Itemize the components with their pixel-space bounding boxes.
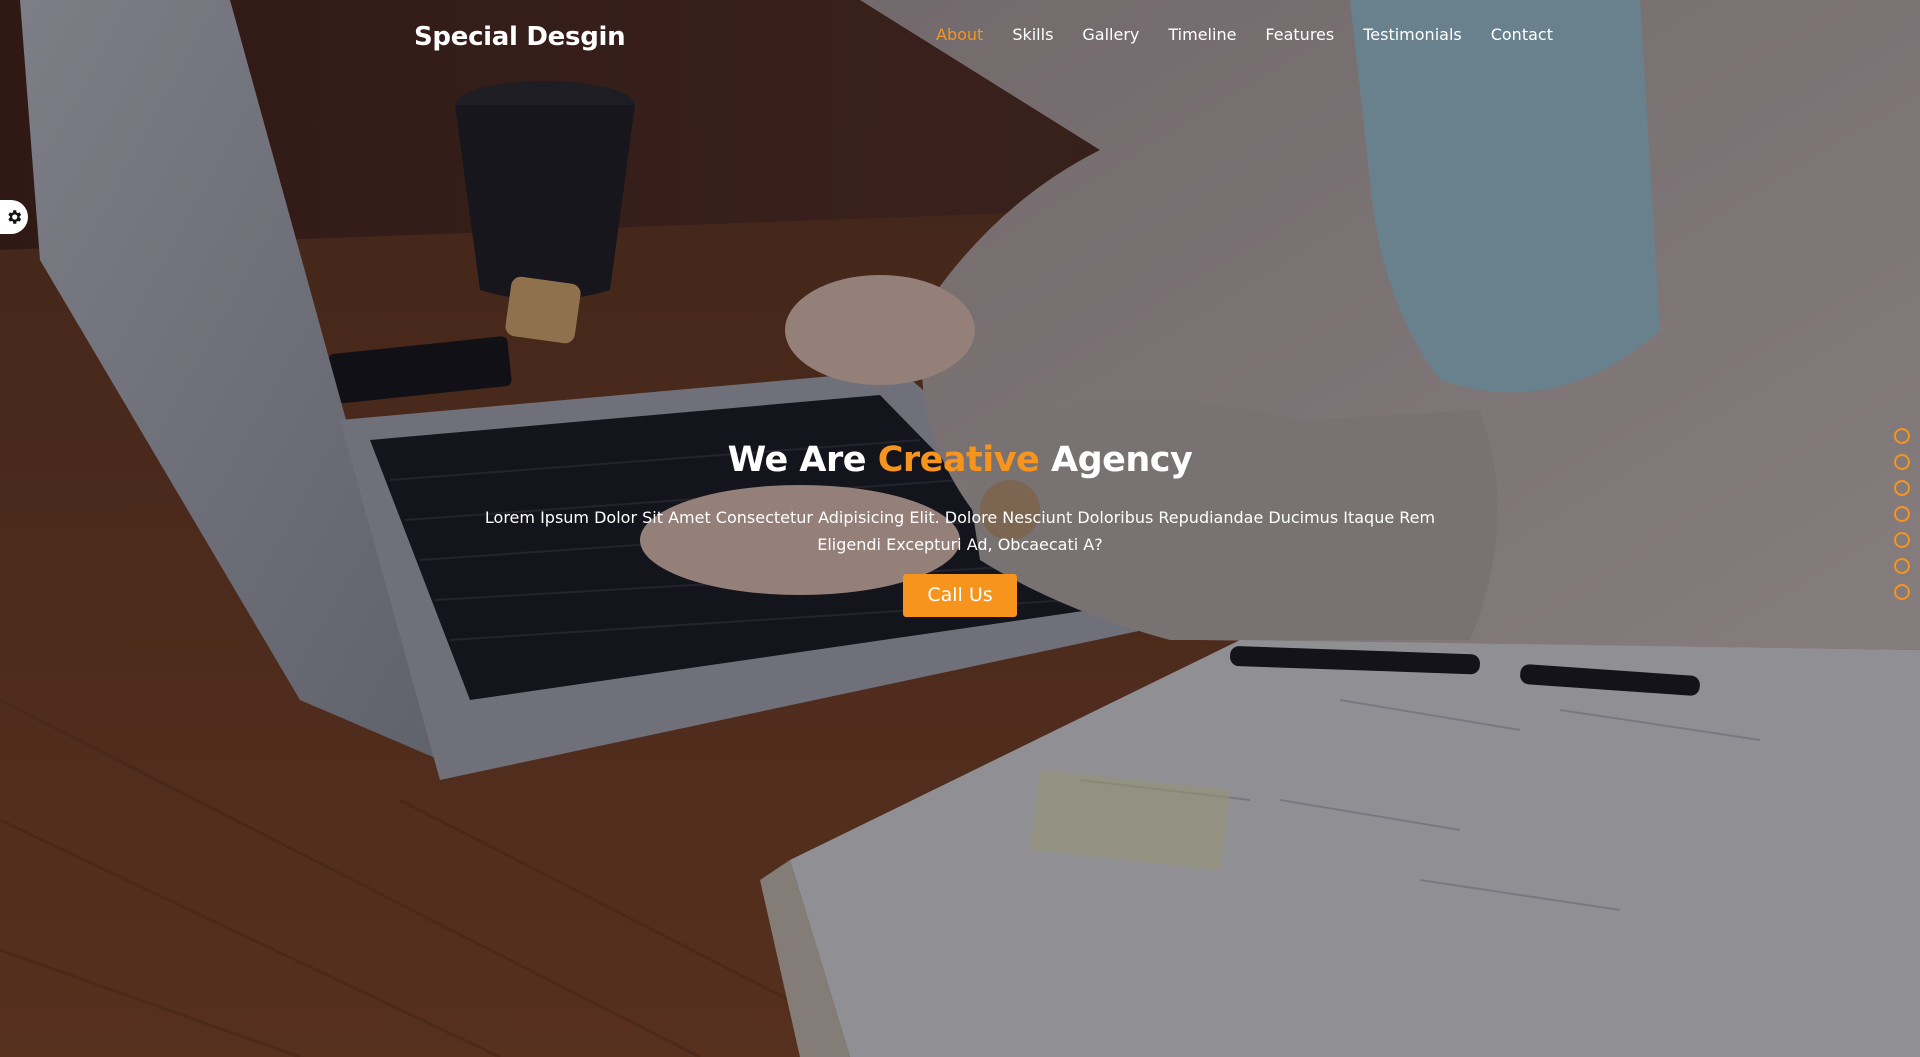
nav-item-gallery[interactable]: Gallery bbox=[1068, 24, 1154, 46]
bullet-contact[interactable] bbox=[1894, 584, 1910, 600]
hero-title-accent: Creative bbox=[877, 440, 1040, 480]
bullet-skills[interactable] bbox=[1894, 454, 1910, 470]
section-bullets bbox=[1894, 428, 1910, 600]
bullet-testimonials[interactable] bbox=[1894, 558, 1910, 574]
hero-title-part2: Agency bbox=[1039, 440, 1193, 480]
gear-icon bbox=[8, 210, 22, 224]
landing-hero: Special Desgin About Skills Gallery Time… bbox=[0, 0, 1920, 1057]
hero-title-part1: We Are bbox=[727, 440, 878, 480]
bullet-gallery[interactable] bbox=[1894, 480, 1910, 496]
nav-item-timeline[interactable]: Timeline bbox=[1154, 24, 1251, 46]
hero-intro: We Are Creative Agency Lorem Ipsum Dolor… bbox=[460, 436, 1460, 617]
hero-description: Lorem Ipsum Dolor Sit Amet Consectetur A… bbox=[484, 508, 1436, 554]
nav-item-about[interactable]: About bbox=[936, 24, 998, 46]
nav-item-contact[interactable]: Contact bbox=[1476, 24, 1567, 46]
nav-item-skills[interactable]: Skills bbox=[998, 24, 1068, 46]
nav-item-testimonials[interactable]: Testimonials bbox=[1349, 24, 1477, 46]
bullet-about[interactable] bbox=[1894, 428, 1910, 444]
site-logo[interactable]: Special Desgin bbox=[414, 22, 626, 52]
call-us-button[interactable]: Call Us bbox=[903, 574, 1017, 617]
bullet-timeline[interactable] bbox=[1894, 506, 1910, 522]
hero-title: We Are Creative Agency bbox=[460, 436, 1460, 484]
nav-item-features[interactable]: Features bbox=[1251, 24, 1349, 46]
bullet-features[interactable] bbox=[1894, 532, 1910, 548]
main-nav: About Skills Gallery Timeline Features T… bbox=[936, 24, 1567, 46]
